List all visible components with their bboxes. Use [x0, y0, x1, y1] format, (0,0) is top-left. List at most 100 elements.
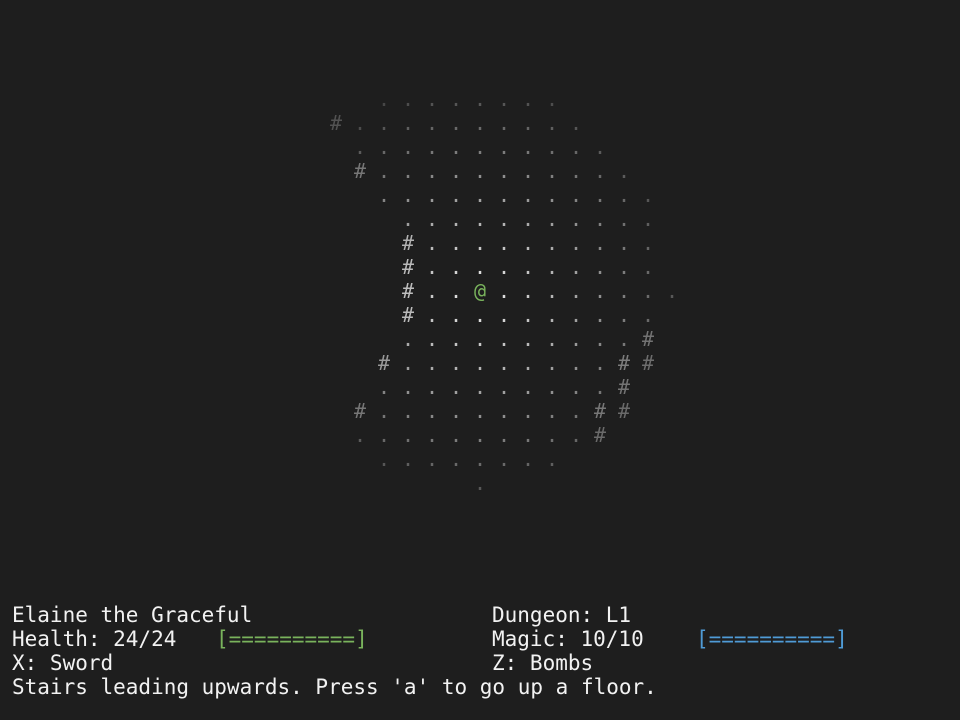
floor-tile: . — [473, 159, 487, 183]
floor-tile: . — [449, 375, 463, 399]
z-item-slot: Z: Bombs — [492, 651, 594, 675]
floor-tile: . — [401, 351, 415, 375]
floor-tile: . — [449, 111, 463, 135]
floor-tile: . — [593, 303, 607, 327]
floor-tile: . — [473, 87, 487, 111]
floor-tile: . — [425, 351, 439, 375]
floor-tile: . — [593, 135, 607, 159]
floor-tile: . — [617, 327, 631, 351]
floor-tile: . — [593, 375, 607, 399]
floor-tile: . — [401, 87, 415, 111]
floor-tile: . — [497, 351, 511, 375]
wall-tile: # — [353, 399, 367, 423]
wall-tile: # — [593, 399, 607, 423]
floor-tile: . — [521, 135, 535, 159]
floor-tile: . — [425, 327, 439, 351]
floor-tile: . — [473, 231, 487, 255]
floor-tile: . — [593, 183, 607, 207]
floor-tile: . — [617, 279, 631, 303]
floor-tile: . — [545, 351, 559, 375]
floor-tile: . — [569, 423, 583, 447]
floor-tile: . — [569, 399, 583, 423]
floor-tile: . — [377, 111, 391, 135]
wall-tile: # — [401, 303, 415, 327]
floor-tile: . — [425, 159, 439, 183]
x-item-slot: X: Sword — [12, 651, 114, 675]
floor-tile: . — [569, 351, 583, 375]
floor-tile: . — [497, 447, 511, 471]
floor-tile: . — [473, 351, 487, 375]
floor-tile: . — [497, 111, 511, 135]
floor-tile: . — [401, 399, 415, 423]
floor-tile: . — [497, 231, 511, 255]
floor-tile: . — [641, 279, 655, 303]
floor-tile: . — [425, 231, 439, 255]
wall-tile: # — [329, 111, 343, 135]
floor-tile: . — [449, 87, 463, 111]
floor-tile: . — [377, 447, 391, 471]
wall-tile: # — [593, 423, 607, 447]
floor-tile: . — [521, 303, 535, 327]
wall-tile: # — [377, 351, 391, 375]
game-screen[interactable]: ........................................… — [0, 0, 960, 720]
floor-tile: . — [569, 207, 583, 231]
floor-tile: . — [425, 183, 439, 207]
floor-tile: . — [401, 327, 415, 351]
wall-tile: # — [401, 279, 415, 303]
floor-tile: . — [377, 87, 391, 111]
floor-tile: . — [353, 423, 367, 447]
dungeon-map[interactable]: ........................................… — [0, 0, 960, 560]
floor-tile: . — [641, 255, 655, 279]
floor-tile: . — [593, 351, 607, 375]
floor-tile: . — [617, 303, 631, 327]
floor-tile: . — [473, 447, 487, 471]
message-log: Stairs leading upwards. Press 'a' to go … — [12, 675, 657, 699]
floor-tile: . — [497, 423, 511, 447]
floor-tile: . — [545, 399, 559, 423]
floor-tile: . — [449, 183, 463, 207]
floor-tile: . — [641, 303, 655, 327]
magic-bar: [==========] — [696, 627, 848, 651]
floor-tile: . — [521, 87, 535, 111]
floor-tile: . — [401, 423, 415, 447]
floor-tile: . — [377, 135, 391, 159]
floor-tile: . — [593, 159, 607, 183]
floor-tile: . — [545, 327, 559, 351]
player-character: @ — [473, 279, 487, 303]
floor-tile: . — [569, 255, 583, 279]
floor-tile: . — [449, 255, 463, 279]
floor-tile: . — [497, 327, 511, 351]
floor-tile: . — [569, 279, 583, 303]
wall-tile: # — [617, 399, 631, 423]
floor-tile: . — [521, 351, 535, 375]
floor-tile: . — [449, 231, 463, 255]
floor-tile: . — [449, 159, 463, 183]
floor-tile: . — [569, 375, 583, 399]
floor-tile: . — [449, 399, 463, 423]
floor-tile: . — [521, 159, 535, 183]
floor-tile: . — [545, 375, 559, 399]
floor-tile: . — [473, 255, 487, 279]
floor-tile: . — [569, 303, 583, 327]
floor-tile: . — [497, 255, 511, 279]
floor-tile: . — [401, 111, 415, 135]
floor-tile: . — [473, 471, 487, 495]
floor-tile: . — [521, 279, 535, 303]
floor-tile: . — [593, 231, 607, 255]
floor-tile: . — [641, 207, 655, 231]
floor-tile: . — [377, 375, 391, 399]
floor-tile: . — [425, 87, 439, 111]
floor-tile: . — [425, 423, 439, 447]
floor-tile: . — [449, 351, 463, 375]
floor-tile: . — [569, 231, 583, 255]
floor-tile: . — [497, 159, 511, 183]
floor-tile: . — [353, 135, 367, 159]
floor-tile: . — [521, 255, 535, 279]
floor-tile: . — [569, 135, 583, 159]
floor-tile: . — [425, 399, 439, 423]
floor-tile: . — [497, 207, 511, 231]
floor-tile: . — [545, 183, 559, 207]
floor-tile: . — [593, 255, 607, 279]
floor-tile: . — [401, 183, 415, 207]
floor-tile: . — [473, 375, 487, 399]
